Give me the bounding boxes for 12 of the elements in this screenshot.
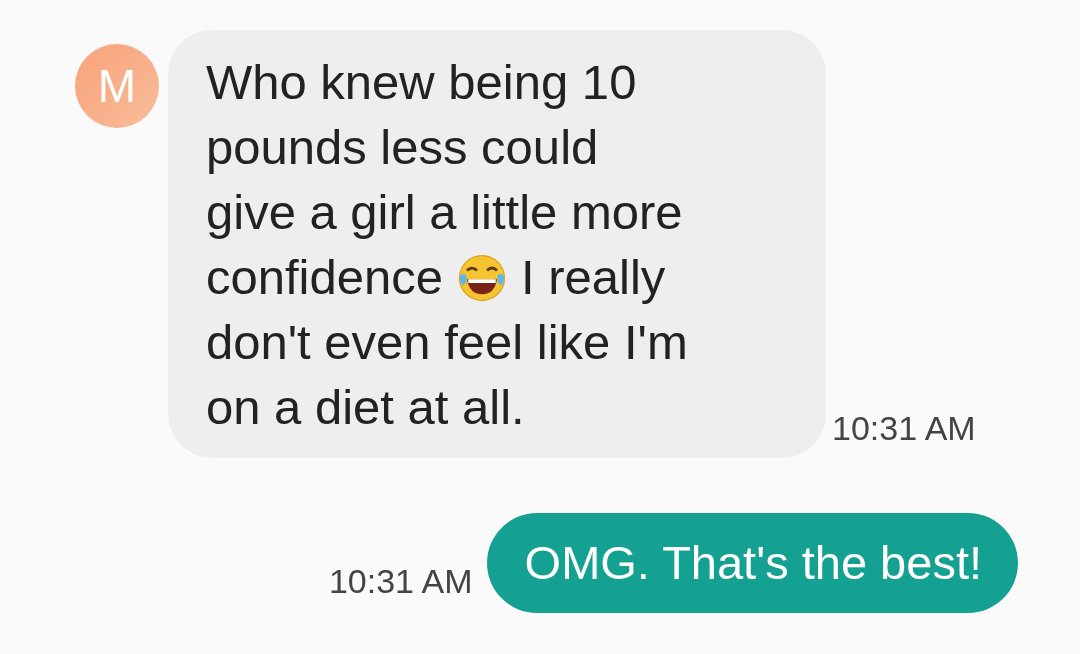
laughing-emoji-icon — [457, 252, 507, 303]
message-text: OMG. That's the best! — [524, 535, 982, 591]
message-text: don't even feel like I'm — [206, 314, 688, 371]
timestamp: 10:31 AM — [328, 562, 473, 601]
avatar[interactable]: M — [75, 44, 159, 128]
message-text: give a girl a little more — [206, 184, 683, 241]
message-text: confidence — [206, 249, 443, 306]
message-text: pounds less could — [206, 119, 599, 176]
message-text: on a diet at all. — [206, 379, 525, 436]
timestamp: 10:31 AM — [832, 409, 976, 448]
message-text: Who knew being 10 — [206, 54, 637, 111]
message-text: I really — [521, 249, 666, 306]
